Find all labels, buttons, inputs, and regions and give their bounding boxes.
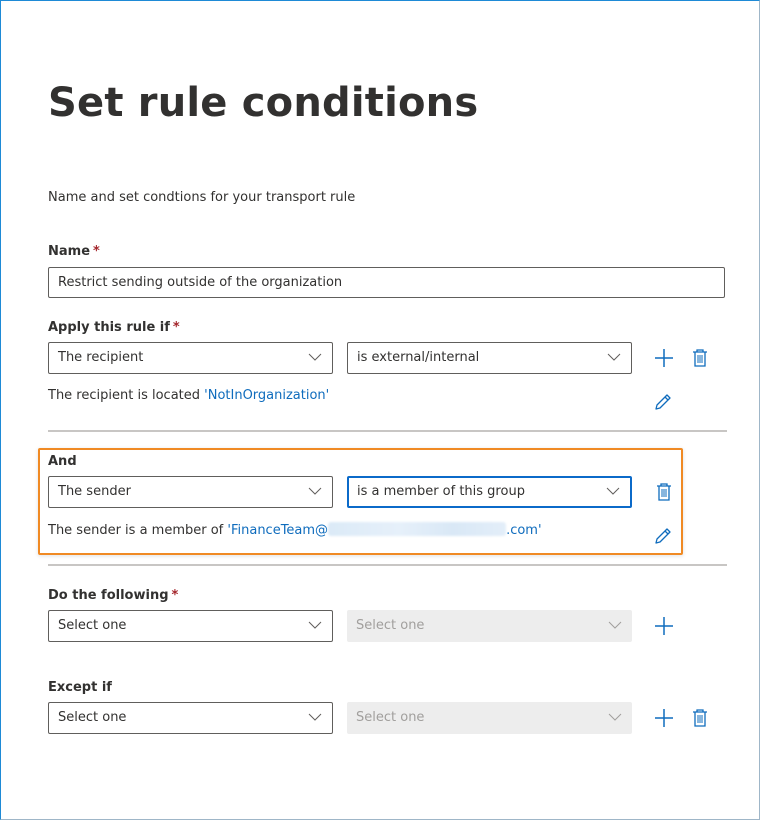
plus-icon[interactable] [653,707,675,729]
and-rule-description: The sender is a member of 'FinanceTeam@.… [48,522,542,538]
section-divider [48,564,727,566]
name-label: Name * [48,244,100,259]
plus-icon[interactable] [653,615,675,637]
trash-icon[interactable] [689,347,711,369]
chevron-down-icon [608,713,622,721]
and-operator-value: is a member of this group [357,484,525,499]
and-condition-value: The sender [58,484,131,499]
exception-option-dropdown: Select one [347,702,632,734]
and-condition-dropdown[interactable]: The sender [48,476,333,508]
apply-condition-dropdown[interactable]: The recipient [48,342,333,374]
pencil-icon[interactable] [652,391,674,413]
rule-name-input[interactable]: Restrict sending outside of the organiza… [48,267,725,298]
group-email-start: 'FinanceTeam@ [227,523,329,538]
chevron-down-icon [308,713,322,721]
except-if-label: Except if [48,680,112,695]
chevron-down-icon [608,621,622,629]
exception-value: Select one [58,710,127,725]
action-dropdown[interactable]: Select one [48,610,333,642]
and-label: And [48,454,77,469]
group-email-end: .com' [506,523,542,538]
chevron-down-icon [606,487,620,495]
apply-operator-value: is external/internal [357,350,480,365]
do-following-label: Do the following * [48,588,178,603]
action-value: Select one [58,618,127,633]
chevron-down-icon [308,353,322,361]
section-divider [48,430,727,432]
trash-icon[interactable] [689,707,711,729]
and-rule-value-link[interactable]: 'FinanceTeam@ .com' [227,522,542,538]
chevron-down-icon [308,487,322,495]
chevron-down-icon [607,353,621,361]
chevron-down-icon [308,621,322,629]
trash-icon[interactable] [653,481,675,503]
page-title: Set rule conditions [48,80,479,126]
required-marker: * [171,588,179,603]
required-marker: * [93,244,100,259]
exception-dropdown[interactable]: Select one [48,702,333,734]
apply-condition-value: The recipient [58,350,144,365]
do-following-label-text: Do the following [48,588,169,603]
apply-rule-label-text: Apply this rule if [48,320,170,335]
apply-rule-value-link[interactable]: 'NotInOrganization' [204,388,329,403]
apply-operator-dropdown[interactable]: is external/internal [347,342,632,374]
apply-rule-description-text: The recipient is located [48,388,205,403]
action-option-dropdown: Select one [347,610,632,642]
page-subtitle: Name and set condtions for your transpor… [48,190,356,205]
name-label-text: Name [48,244,91,259]
apply-rule-label: Apply this rule if * [48,320,180,335]
exception-option-placeholder: Select one [356,710,425,725]
apply-rule-description: The recipient is located 'NotInOrganizat… [48,388,329,403]
action-option-placeholder: Select one [356,618,425,633]
required-marker: * [172,320,180,335]
plus-icon[interactable] [653,347,675,369]
and-rule-description-text: The sender is a member of [48,523,228,538]
and-operator-dropdown[interactable]: is a member of this group [347,476,632,508]
pencil-icon[interactable] [652,525,674,547]
redacted-domain [328,522,507,536]
